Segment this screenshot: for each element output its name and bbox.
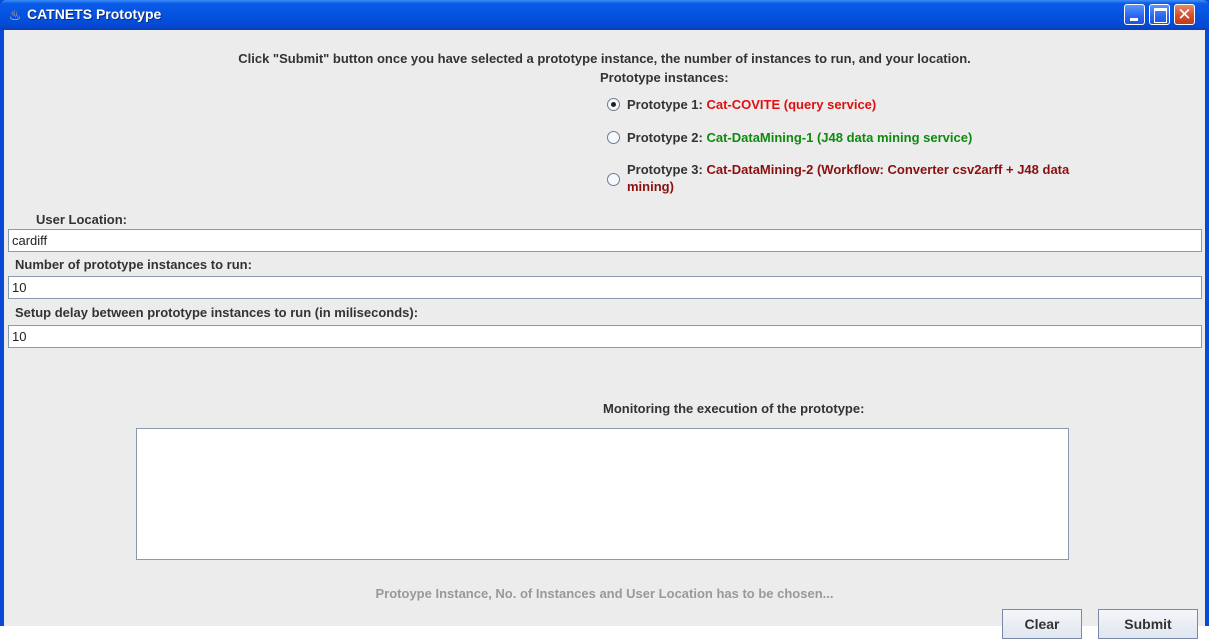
prototype-3-name: Cat-DataMining-2 (Workflow: Converter cs…: [706, 162, 1070, 177]
user-location-input[interactable]: cardiff: [8, 229, 1202, 252]
app-window: ♨ CATNETS Prototype ✕ Click "Submit" but…: [0, 0, 1209, 639]
close-button[interactable]: ✕: [1174, 4, 1195, 25]
radio-button[interactable]: [607, 173, 620, 186]
radio-prototype-1[interactable]: Prototype 1: Cat-COVITE (query service): [607, 96, 1167, 114]
submit-button[interactable]: Submit: [1098, 609, 1198, 639]
monitor-label: Monitoring the execution of the prototyp…: [603, 401, 865, 416]
close-icon: ✕: [1177, 5, 1192, 24]
maximize-button[interactable]: [1149, 4, 1170, 25]
user-location-label: User Location:: [36, 212, 128, 227]
prototype-instances-header: Prototype instances:: [600, 70, 729, 85]
instances-count-label: Number of prototype instances to run:: [15, 257, 252, 272]
instruction-text: Click "Submit" button once you have sele…: [238, 51, 971, 66]
java-cup-icon: ♨: [8, 7, 22, 23]
setup-delay-label: Setup delay between prototype instances …: [15, 305, 419, 320]
radio-button[interactable]: [607, 131, 620, 144]
setup-delay-input[interactable]: 10: [8, 325, 1202, 348]
prototype-2-name: Cat-DataMining-1 (J48 data mining servic…: [706, 130, 973, 145]
radio-button-selected[interactable]: [607, 98, 620, 111]
main-panel: Click "Submit" button once you have sele…: [4, 30, 1205, 639]
prototype-3-prefix: Prototype 3:: [627, 162, 707, 177]
radio-prototype-2[interactable]: Prototype 2: Cat-DataMining-1 (J48 data …: [607, 129, 1167, 147]
clear-button[interactable]: Clear: [1002, 609, 1082, 639]
title-bar[interactable]: ♨ CATNETS Prototype ✕: [0, 0, 1209, 30]
instances-count-input[interactable]: 10: [8, 276, 1202, 299]
radio-prototype-3[interactable]: Prototype 3: Cat-DataMining-2 (Workflow:…: [607, 162, 1197, 202]
status-message: Protoype Instance, No. of Instances and …: [375, 586, 834, 601]
prototype-1-prefix: Prototype 1:: [627, 97, 707, 112]
prototype-1-name: Cat-COVITE (query service): [706, 97, 877, 112]
monitor-output-area[interactable]: [136, 428, 1069, 560]
window-title: CATNETS Prototype: [27, 6, 162, 22]
prototype-2-prefix: Prototype 2:: [627, 130, 707, 145]
minimize-button[interactable]: [1124, 4, 1145, 25]
prototype-3-name-cont: mining): [627, 179, 674, 194]
